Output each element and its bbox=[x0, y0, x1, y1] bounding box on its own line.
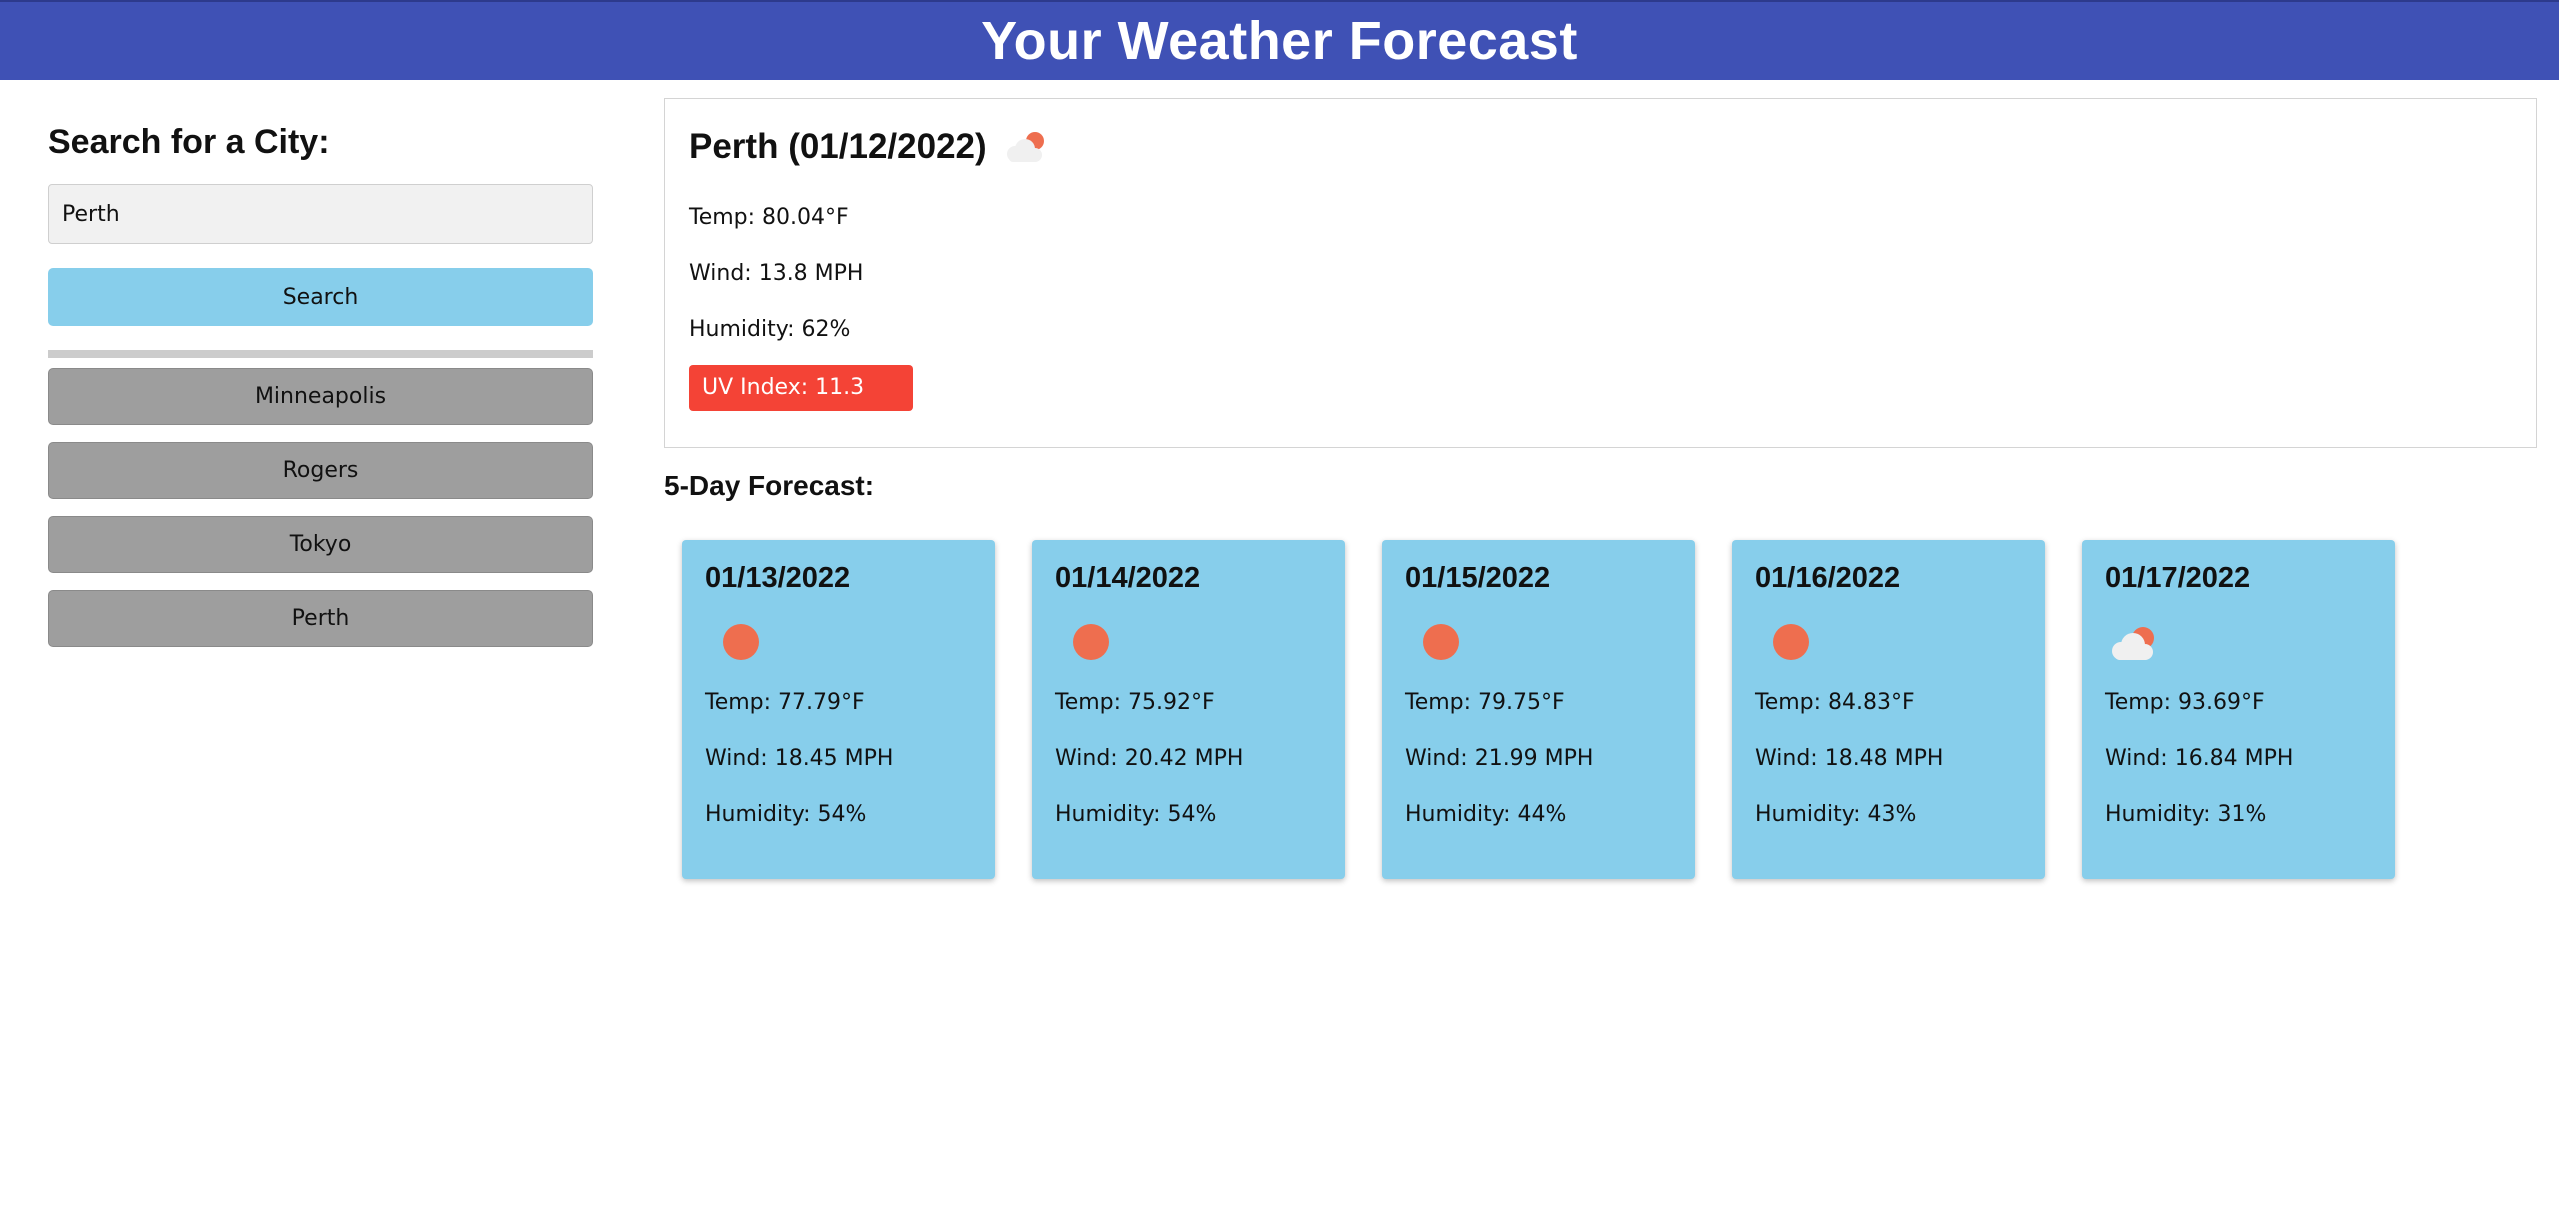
current-humidity: Humidity: 62% bbox=[689, 317, 851, 342]
forecast-cards: 01/13/2022 Temp: 77.79°F Wind: 18.45 MPH… bbox=[682, 540, 2395, 879]
forecast-card: 01/14/2022 Temp: 75.92°F Wind: 20.42 MPH… bbox=[1032, 540, 1345, 879]
history-item-perth[interactable]: Perth bbox=[48, 590, 593, 647]
uv-index-badge: UV Index: 11.3 bbox=[689, 365, 913, 411]
clear-sky-icon bbox=[1755, 618, 1815, 668]
forecast-temp: Temp: 77.79°F bbox=[705, 690, 865, 715]
forecast-date: 01/16/2022 bbox=[1755, 562, 1901, 594]
forecast-humidity: Humidity: 54% bbox=[705, 802, 867, 827]
forecast-wind: Wind: 16.84 MPH bbox=[2105, 746, 2294, 771]
few-clouds-icon bbox=[2105, 618, 2165, 668]
forecast-humidity: Humidity: 31% bbox=[2105, 802, 2267, 827]
clear-sky-icon bbox=[1055, 618, 1115, 668]
forecast-wind: Wind: 18.48 MPH bbox=[1755, 746, 1944, 771]
search-heading: Search for a City: bbox=[48, 123, 330, 161]
city-search-input[interactable] bbox=[48, 184, 593, 244]
forecast-wind: Wind: 20.42 MPH bbox=[1055, 746, 1244, 771]
forecast-date: 01/14/2022 bbox=[1055, 562, 1201, 594]
current-weather-panel: Perth (01/12/2022) Temp: 80.04°F Wind: 1… bbox=[664, 98, 2537, 448]
forecast-heading: 5-Day Forecast: bbox=[664, 470, 875, 501]
current-city-date: Perth (01/12/2022) bbox=[689, 127, 987, 166]
forecast-date: 01/13/2022 bbox=[705, 562, 851, 594]
forecast-temp: Temp: 79.75°F bbox=[1405, 690, 1565, 715]
forecast-card: 01/13/2022 Temp: 77.79°F Wind: 18.45 MPH… bbox=[682, 540, 995, 879]
sidebar: Search for a City: Search Minneapolis Ro… bbox=[48, 118, 593, 664]
few-clouds-icon bbox=[1001, 127, 1053, 167]
forecast-wind: Wind: 21.99 MPH bbox=[1405, 746, 1594, 771]
history-item-minneapolis[interactable]: Minneapolis bbox=[48, 368, 593, 425]
search-button[interactable]: Search bbox=[48, 268, 593, 326]
history-item-tokyo[interactable]: Tokyo bbox=[48, 516, 593, 573]
forecast-humidity: Humidity: 44% bbox=[1405, 802, 1567, 827]
app-header: Your Weather Forecast bbox=[0, 0, 2559, 80]
forecast-wind: Wind: 18.45 MPH bbox=[705, 746, 894, 771]
forecast-temp: Temp: 93.69°F bbox=[2105, 690, 2265, 715]
clear-sky-icon bbox=[705, 618, 765, 668]
page-title: Your Weather Forecast bbox=[981, 11, 1578, 71]
clear-sky-icon bbox=[1405, 618, 1465, 668]
forecast-card: 01/17/2022 Temp: 93.69°F Wind: 16.84 MPH… bbox=[2082, 540, 2395, 879]
forecast-card: 01/16/2022 Temp: 84.83°F Wind: 18.48 MPH… bbox=[1732, 540, 2045, 879]
divider bbox=[48, 350, 593, 358]
current-wind: Wind: 13.8 MPH bbox=[689, 261, 864, 286]
forecast-date: 01/17/2022 bbox=[2105, 562, 2251, 594]
current-weather-header: Perth (01/12/2022) bbox=[689, 119, 2512, 175]
search-history: Minneapolis Rogers Tokyo Perth bbox=[48, 368, 593, 647]
forecast-card: 01/15/2022 Temp: 79.75°F Wind: 21.99 MPH… bbox=[1382, 540, 1695, 879]
forecast-temp: Temp: 84.83°F bbox=[1755, 690, 1915, 715]
current-temp: Temp: 80.04°F bbox=[689, 205, 849, 230]
forecast-humidity: Humidity: 43% bbox=[1755, 802, 1917, 827]
forecast-date: 01/15/2022 bbox=[1405, 562, 1551, 594]
history-item-rogers[interactable]: Rogers bbox=[48, 442, 593, 499]
forecast-humidity: Humidity: 54% bbox=[1055, 802, 1217, 827]
forecast-temp: Temp: 75.92°F bbox=[1055, 690, 1215, 715]
